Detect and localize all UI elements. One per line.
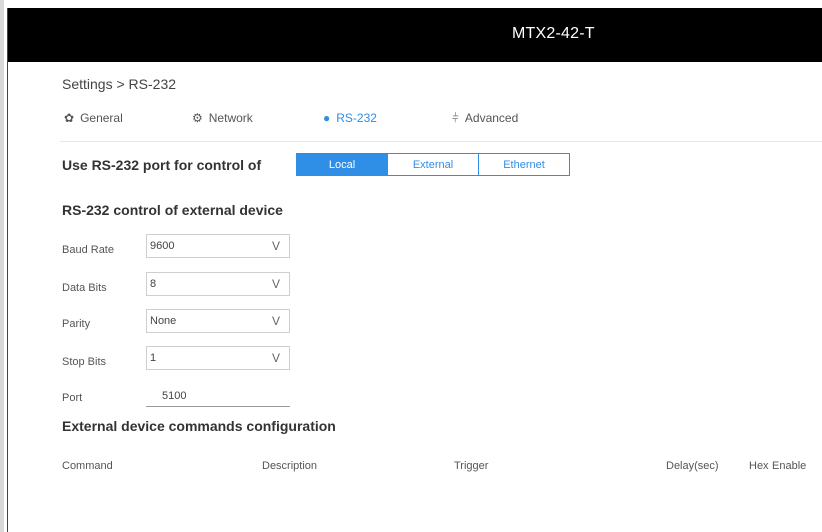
chevron-down-icon: V <box>271 239 280 253</box>
chevron-down-icon: V <box>271 351 280 365</box>
parity-value: None <box>150 315 177 327</box>
stop-bits-value: 1 <box>150 352 157 364</box>
column-description: Description <box>262 460 318 472</box>
control-mode-selector: Local External Ethernet <box>296 153 570 176</box>
control-ethernet-button[interactable]: Ethernet <box>479 153 570 176</box>
data-bits-value: 8 <box>150 278 157 290</box>
tab-rs232-label: RS-232 <box>336 111 377 125</box>
chevron-down-icon: V <box>271 314 280 328</box>
external-heading: RS-232 control of external device <box>62 202 283 218</box>
column-hex: Hex <box>749 460 769 472</box>
tab-general-label: General <box>80 111 123 125</box>
device-title: MTX2-42-T <box>512 25 595 42</box>
port-value: 5100 <box>162 390 187 402</box>
column-command: Command <box>62 460 113 472</box>
parity-select[interactable]: None V <box>146 309 290 333</box>
data-bits-select[interactable]: 8 V <box>146 272 290 296</box>
tab-rs232[interactable]: ● RS-232 <box>323 111 377 125</box>
gear-icon: ✿ <box>64 111 75 125</box>
window-frame-edge <box>7 8 8 532</box>
column-delay: Delay(sec) <box>666 460 719 472</box>
control-heading: Use RS-232 port for control of <box>62 157 262 173</box>
tab-divider <box>60 141 822 142</box>
control-local-button[interactable]: Local <box>296 153 388 176</box>
network-icon: ⚙ <box>192 111 203 125</box>
baud-rate-select[interactable]: 9600 V <box>146 234 290 258</box>
baud-rate-label: Baud Rate <box>62 244 114 256</box>
tab-general[interactable]: ✿ General <box>64 111 123 125</box>
breadcrumb: Settings > RS-232 <box>62 76 177 92</box>
window-frame-left <box>0 0 4 532</box>
chevron-down-icon: V <box>271 277 280 291</box>
control-external-button[interactable]: External <box>388 153 479 176</box>
sliders-icon: ⫩ <box>452 111 459 125</box>
title-bar: MTX2-42-T <box>8 8 822 62</box>
stop-bits-label: Stop Bits <box>62 356 107 368</box>
commands-heading: External device commands configuration <box>62 418 336 434</box>
tab-network[interactable]: ⚙ Network <box>192 111 253 125</box>
data-bits-label: Data Bits <box>62 282 107 294</box>
tab-advanced[interactable]: ⫩ Advanced <box>452 111 518 125</box>
parity-label: Parity <box>62 318 91 330</box>
port-input[interactable]: 5100 <box>146 386 290 407</box>
baud-rate-value: 9600 <box>150 240 175 252</box>
column-enable: Enable <box>772 460 807 472</box>
stop-bits-select[interactable]: 1 V <box>146 346 290 370</box>
tab-advanced-label: Advanced <box>464 111 519 125</box>
pin-icon: ● <box>323 111 331 125</box>
column-trigger: Trigger <box>454 460 489 472</box>
tab-network-label: Network <box>208 111 253 125</box>
port-label: Port <box>62 392 83 404</box>
